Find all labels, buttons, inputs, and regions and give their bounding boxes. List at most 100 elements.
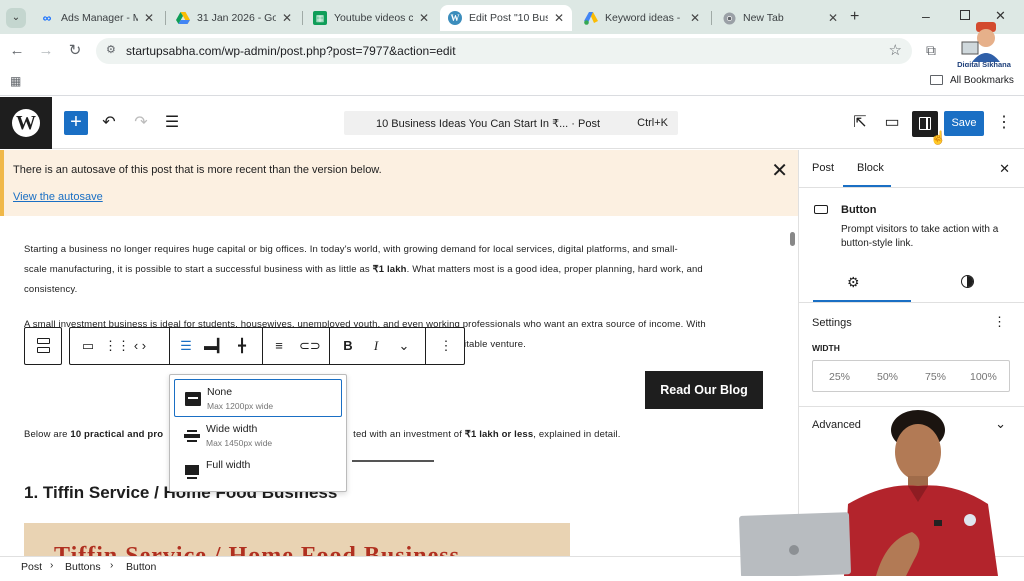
close-icon[interactable]: ✕ (144, 11, 154, 25)
post-title-command: 10 Business Ideas You Can Start In ₹... … (375, 118, 601, 130)
save-button[interactable]: Save (944, 111, 984, 136)
bold-text: ₹1 lakh (372, 264, 407, 275)
divider (799, 187, 1024, 188)
tab-divider (165, 11, 166, 25)
width-50-button[interactable]: 50% (877, 371, 898, 383)
width-100-button[interactable]: 100% (970, 371, 997, 383)
gear-icon[interactable]: ⚙ (847, 274, 860, 291)
minimize-icon[interactable]: – (922, 8, 930, 24)
text-run: Below are (24, 429, 71, 440)
chevron-down-icon[interactable]: ⌄ (394, 336, 414, 356)
tab-sheets[interactable]: ▦ Youtube videos co ✕ (305, 5, 437, 31)
sheets-icon: ▦ (313, 11, 327, 25)
undo-icon[interactable]: ↶ (97, 111, 121, 135)
tab-block[interactable]: Block (857, 162, 884, 174)
sidebar-panel-divider (926, 117, 928, 130)
width-option-full[interactable]: Full width (174, 453, 342, 491)
close-icon[interactable]: ✕ (282, 11, 292, 25)
back-arrow-icon[interactable]: ← (8, 42, 26, 60)
width-option-none[interactable]: None Max 1200px wide (174, 379, 342, 417)
breadcrumb-item-post[interactable]: Post (21, 561, 42, 573)
chevron-right-icon: › (110, 560, 114, 571)
toolbar-group-align: ≡ ⊂⊃ (263, 328, 330, 364)
editor-header: W + ↶ ↷ ☰ 10 Business Ideas You Can Star… (0, 97, 1024, 149)
paragraph-intro[interactable]: Starting a business no longer requires h… (24, 240, 764, 300)
omnibox[interactable]: ⚙ startupsabha.com/wp-admin/post.php?pos… (96, 38, 912, 64)
option-label: None (207, 386, 233, 398)
block-card-title: Button (841, 204, 877, 216)
document-overview-icon[interactable]: ☰ (160, 111, 184, 135)
chrome-icon (722, 11, 736, 25)
paragraph-below-list[interactable]: Below are 10 practical and pro ted with a… (24, 425, 764, 445)
all-bookmarks-link[interactable]: All Bookmarks (950, 75, 1014, 86)
italic-icon[interactable]: I (366, 336, 386, 356)
tab-divider (711, 11, 712, 25)
sidebar-panel-icon (919, 117, 931, 130)
button-block-icon (814, 205, 828, 214)
tab-post[interactable]: Post (812, 162, 834, 174)
option-description: Max 1450px wide (206, 438, 273, 448)
wordpress-logo[interactable]: W (0, 97, 52, 149)
autosave-notice: There is an autosave of this post that i… (0, 150, 798, 216)
parent-block-selector[interactable] (24, 327, 62, 365)
text-run: . What matters most is a good idea, prop… (406, 264, 703, 275)
options-menu-icon[interactable]: ⋮ (992, 111, 1016, 135)
block-card-description: Prompt visitors to take action with a (841, 224, 999, 235)
profile-avatar[interactable]: Digital Sikhana (956, 18, 1012, 70)
chevron-right-icon: › (50, 560, 54, 571)
close-icon[interactable]: ✕ (554, 11, 564, 25)
site-info-icon[interactable]: ⚙ (106, 43, 116, 56)
button-block-icon[interactable]: ▭ (78, 336, 98, 356)
separator-line (352, 460, 434, 462)
apps-grid-icon[interactable]: ▦ (10, 74, 21, 88)
tab-edit-post[interactable]: W Edit Post "10 Busin ✕ (440, 5, 572, 31)
extensions-icon[interactable]: ⧉ (926, 42, 942, 58)
forward-arrow-icon[interactable]: → (37, 42, 55, 60)
close-icon[interactable]: ✕ (419, 11, 429, 25)
close-icon[interactable]: ✕ (828, 11, 838, 25)
view-autosave-link[interactable]: View the autosave (13, 191, 103, 203)
width-none-icon[interactable]: ☰ (176, 336, 196, 356)
settings-panel-title[interactable]: Settings (812, 317, 852, 329)
scrollbar-thumb[interactable] (790, 232, 795, 246)
command-palette-bar[interactable]: 10 Business Ideas You Can Start In ₹... … (344, 111, 678, 135)
desktop-preview-icon[interactable]: ▭ (880, 111, 904, 135)
wide-width-icon (184, 429, 200, 443)
tab-title: New Tab (743, 12, 784, 24)
text-run: ted with an investment of (353, 429, 465, 440)
buttons-block-icon-lower (37, 347, 50, 353)
width-25-button[interactable]: 25% (829, 371, 850, 383)
view-post-external-icon[interactable]: ⇱ (848, 111, 872, 135)
styles-icon[interactable] (961, 275, 974, 288)
reload-icon[interactable]: ↻ (66, 42, 84, 60)
width-75-button[interactable]: 75% (925, 371, 946, 383)
align-text-icon[interactable]: ≡ (269, 336, 289, 356)
bold-icon[interactable]: B (338, 336, 358, 356)
redo-icon[interactable]: ↷ (129, 111, 153, 135)
more-options-icon[interactable]: ⋮ (436, 336, 456, 356)
move-arrows-icon[interactable]: ‹ › (130, 336, 150, 356)
close-icon[interactable]: ✕ (771, 158, 788, 183)
link-icon[interactable]: ⊂⊃ (299, 336, 321, 356)
tab-ads-manager[interactable]: ∞ Ads Manager - Ma ✕ (32, 5, 162, 31)
divider (799, 302, 1024, 303)
settings-options-icon[interactable]: ⋮ (993, 314, 1006, 330)
add-block-button[interactable]: + (64, 111, 88, 135)
align-right-icon[interactable]: ▬▎ (204, 336, 227, 356)
close-icon[interactable]: ✕ (690, 11, 700, 25)
tab-new-tab[interactable]: New Tab ✕ (714, 5, 846, 31)
close-icon[interactable]: ✕ (999, 161, 1010, 177)
google-ads-icon (584, 11, 598, 25)
breadcrumb-item-buttons[interactable]: Buttons (65, 561, 101, 573)
tab-drive[interactable]: 31 Jan 2026 - Goo ✕ (168, 5, 300, 31)
width-none-icon (185, 392, 201, 406)
width-option-wide[interactable]: Wide width Max 1450px wide (174, 417, 342, 455)
justify-icon[interactable]: ╋ (232, 336, 252, 356)
drag-handle-icon[interactable]: ⋮⋮ (104, 336, 130, 356)
new-tab-button[interactable]: + (850, 8, 859, 26)
tab-search-button[interactable]: ⌄ (6, 8, 26, 28)
tab-title: 31 Jan 2026 - Goo (197, 12, 276, 24)
paragraph-line: scale manufacturing, it is possible to s… (24, 260, 764, 280)
bookmark-star-icon[interactable]: ☆ (889, 41, 902, 59)
tab-keyword-ideas[interactable]: Keyword ideas - M ✕ (576, 5, 708, 31)
